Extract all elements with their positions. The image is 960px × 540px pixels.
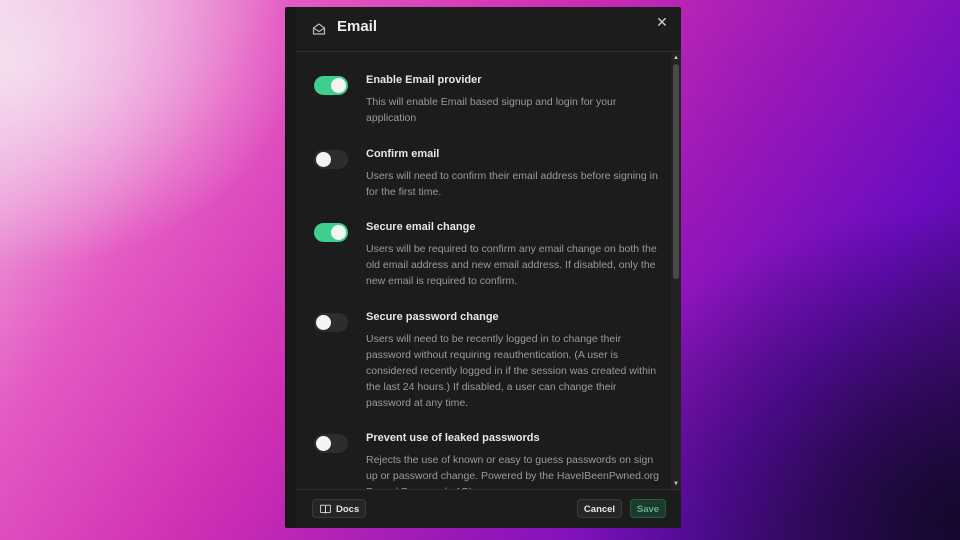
scrollbar[interactable]: ▲ ▼ <box>671 52 681 490</box>
setting-description: Users will need to confirm their email a… <box>366 170 658 198</box>
panel-footer: Docs Cancel Save <box>296 489 681 528</box>
mail-open-icon <box>312 23 326 35</box>
toggle-secure-email-change[interactable] <box>314 223 348 242</box>
setting-description: Users will need to be recently logged in… <box>366 333 657 409</box>
setting-description: Users will be required to confirm any em… <box>366 243 657 287</box>
toggle-enable-email-provider[interactable] <box>314 76 348 95</box>
toggle-knob <box>316 436 331 451</box>
setting-description: This will enable Email based signup and … <box>366 96 617 124</box>
setting-label: Prevent use of leaked passwords <box>366 432 540 444</box>
email-provider-panel: Email ✕ Enable Email provider This will … <box>285 7 681 528</box>
panel-header: Email ✕ <box>296 7 681 52</box>
toggle-confirm-email[interactable] <box>314 150 348 169</box>
setting-label: Secure email change <box>366 221 476 233</box>
settings-list[interactable]: Enable Email provider This will enable E… <box>296 52 669 490</box>
panel-title: Email <box>337 18 378 35</box>
close-icon[interactable]: ✕ <box>655 15 669 29</box>
scroll-up-arrow-icon[interactable]: ▲ <box>672 54 680 62</box>
docs-button-label: Docs <box>336 504 360 515</box>
toggle-secure-password-change[interactable] <box>314 313 348 332</box>
scrollbar-thumb[interactable] <box>673 64 679 279</box>
book-icon <box>320 504 331 514</box>
save-button[interactable]: Save <box>630 499 666 518</box>
toggle-prevent-leaked-passwords[interactable] <box>314 434 348 453</box>
setting-description: Rejects the use of known or easy to gues… <box>366 454 660 490</box>
toggle-knob <box>316 152 331 167</box>
setting-label: Secure password change <box>366 311 499 323</box>
setting-label: Enable Email provider <box>366 74 482 86</box>
cancel-button[interactable]: Cancel <box>577 499 622 518</box>
toggle-knob <box>316 315 331 330</box>
setting-label: Confirm email <box>366 148 440 160</box>
toggle-knob <box>331 225 346 240</box>
scroll-down-arrow-icon[interactable]: ▼ <box>672 480 680 488</box>
toggle-knob <box>331 78 346 93</box>
panel-body: Email ✕ Enable Email provider This will … <box>296 7 681 528</box>
docs-button[interactable]: Docs <box>312 499 366 518</box>
